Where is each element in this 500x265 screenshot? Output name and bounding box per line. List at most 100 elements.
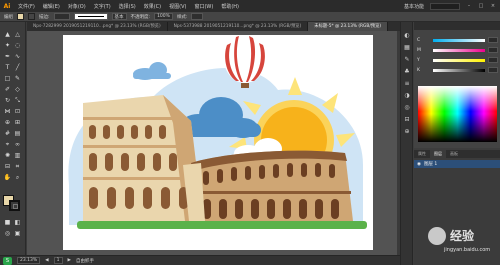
menu-type[interactable]: 文字(T) bbox=[90, 3, 115, 10]
status-bar: S 23.13% ◀ 1 ▶ 自由抓手 bbox=[0, 255, 400, 265]
tab-properties[interactable]: 属性 bbox=[414, 151, 430, 157]
artboard[interactable] bbox=[63, 35, 373, 250]
stroke-profile-preview[interactable] bbox=[73, 13, 108, 20]
width-tool-icon[interactable]: ⋈ bbox=[3, 107, 12, 116]
lasso-tool-icon[interactable]: ◌ bbox=[13, 41, 22, 50]
tab-document-2[interactable]: Nps-5373988 2019051219110...png* @ 23.13… bbox=[168, 22, 309, 31]
slider-y-track[interactable] bbox=[433, 58, 485, 62]
slider-c-track[interactable] bbox=[433, 38, 485, 42]
eye-icon[interactable]: ◉ bbox=[417, 162, 421, 167]
search-input[interactable] bbox=[430, 2, 460, 10]
artboard-number[interactable]: 1 bbox=[53, 257, 63, 264]
menu-select[interactable]: 选择(S) bbox=[115, 3, 140, 10]
slider-c-value[interactable] bbox=[488, 37, 498, 43]
rectangle-tool-icon[interactable]: □ bbox=[3, 74, 12, 83]
free-transform-icon[interactable]: ⊡ bbox=[13, 107, 22, 116]
control-bar: 编组 描边: 基本 不透明度: 100% 样式: bbox=[0, 12, 500, 22]
pathfinder-panel-icon[interactable]: ⊕ bbox=[403, 128, 411, 136]
menu-object[interactable]: 对象(O) bbox=[64, 3, 90, 10]
minimize-icon[interactable]: – bbox=[466, 3, 472, 9]
layer-row[interactable]: ◉ 图层 1 bbox=[414, 160, 500, 168]
tab-artboards[interactable]: 画板 bbox=[446, 151, 462, 157]
scale-tool-icon[interactable]: ⤡ bbox=[13, 96, 22, 105]
slider-k-track[interactable] bbox=[433, 68, 485, 72]
menu-edit[interactable]: 编辑(E) bbox=[39, 3, 64, 10]
color-panel-header[interactable] bbox=[414, 22, 500, 30]
slider-k-value[interactable] bbox=[488, 67, 498, 73]
slider-m-value[interactable] bbox=[488, 47, 498, 53]
graph-tool-icon[interactable]: ▥ bbox=[13, 151, 22, 160]
stroke-color-box[interactable] bbox=[9, 200, 20, 211]
draw-mode-icon[interactable]: ◎ bbox=[3, 229, 12, 238]
slider-m[interactable]: M bbox=[417, 46, 499, 54]
direct-selection-tool-icon[interactable]: △ bbox=[13, 30, 22, 39]
layer-name: 图层 1 bbox=[423, 162, 438, 167]
workspace-switcher[interactable]: 基本功能 bbox=[404, 3, 424, 10]
opacity-label: 不透明度: bbox=[130, 14, 151, 20]
zoom-level-input[interactable]: 23.13% bbox=[17, 257, 41, 264]
gradient-tool-icon[interactable]: ▤ bbox=[13, 129, 22, 138]
close-icon[interactable]: × bbox=[490, 3, 496, 9]
brushes-panel-icon[interactable]: ✎ bbox=[403, 56, 411, 64]
tools-panel: ▲ △ ✦ ◌ ✒ ∿ T ╱ □ ✎ ✐ ◇ ↻ ⤡ ⋈ ⊡ ⊕ ⊞ # ▤ … bbox=[0, 22, 26, 255]
artboard-tool-icon[interactable]: ⊟ bbox=[3, 162, 12, 171]
shaper-tool-icon[interactable]: ✐ bbox=[3, 85, 12, 94]
tab-document-1[interactable]: Nps-7282999 2019051219110...png* @ 23.13… bbox=[27, 22, 168, 31]
mesh-tool-icon[interactable]: # bbox=[3, 129, 12, 138]
canvas-pasteboard[interactable] bbox=[27, 31, 397, 255]
color-spectrum[interactable] bbox=[418, 86, 497, 142]
magic-wand-icon[interactable]: ✦ bbox=[3, 41, 12, 50]
tab-document-active[interactable]: 未标题-5* @ 23.13% (RGB/预览) bbox=[308, 22, 389, 31]
stroke-weight-dropdown[interactable] bbox=[53, 13, 70, 20]
opacity-input[interactable]: 100% bbox=[154, 13, 173, 20]
selection-tool-icon[interactable]: ▲ bbox=[3, 30, 12, 39]
graphic-style-dropdown[interactable] bbox=[191, 13, 204, 20]
stroke-swatch[interactable] bbox=[28, 13, 35, 20]
paintbrush-tool-icon[interactable]: ✎ bbox=[13, 74, 22, 83]
eyedropper-tool-icon[interactable]: ⌖ bbox=[3, 140, 12, 149]
line-tool-icon[interactable]: ╱ bbox=[13, 63, 22, 72]
appearance-panel-icon[interactable]: ◎ bbox=[403, 104, 411, 112]
symbol-sprayer-icon[interactable]: ✺ bbox=[3, 151, 12, 160]
menu-window[interactable]: 窗口(W) bbox=[190, 3, 217, 10]
menu-file[interactable]: 文件(F) bbox=[14, 3, 39, 10]
hand-tool-icon[interactable]: ✋ bbox=[3, 173, 12, 182]
slider-k[interactable]: K bbox=[417, 66, 499, 74]
align-panel-icon[interactable]: ⊟ bbox=[403, 116, 411, 124]
slider-y[interactable]: Y bbox=[417, 56, 499, 64]
slice-tool-icon[interactable]: ⌗ bbox=[13, 162, 22, 171]
artboard-prev-icon[interactable]: ◀ bbox=[45, 258, 48, 263]
slider-y-label: Y bbox=[417, 57, 420, 63]
blend-tool-icon[interactable]: ∞ bbox=[13, 140, 22, 149]
transparency-panel-icon[interactable]: ◑ bbox=[403, 92, 411, 100]
perspective-grid-icon[interactable]: ⊞ bbox=[13, 118, 22, 127]
stroke-panel-icon[interactable]: ≡ bbox=[403, 80, 411, 88]
tab-layers[interactable]: 图层 bbox=[430, 150, 446, 158]
color-panel: C M Y K bbox=[414, 22, 500, 148]
swatches-panel-icon[interactable]: ▦ bbox=[403, 44, 411, 52]
zoom-tool-icon[interactable]: ⌕ bbox=[13, 173, 22, 182]
menu-help[interactable]: 帮助(H) bbox=[217, 3, 243, 10]
maximize-icon[interactable]: □ bbox=[478, 3, 484, 9]
gradient-mode-icon[interactable]: ◧ bbox=[13, 218, 22, 227]
baidu-jingyan-watermark: 经验 jingyan.baidu.com bbox=[428, 225, 498, 259]
eraser-tool-icon[interactable]: ◇ bbox=[13, 85, 22, 94]
rotate-tool-icon[interactable]: ↻ bbox=[3, 96, 12, 105]
curvature-tool-icon[interactable]: ∿ bbox=[13, 52, 22, 61]
colosseum-illustration[interactable] bbox=[63, 35, 373, 250]
menu-view[interactable]: 视图(V) bbox=[165, 3, 190, 10]
pen-tool-icon[interactable]: ✒ bbox=[3, 52, 12, 61]
stroke-style-dropdown[interactable]: 基本 bbox=[111, 13, 127, 20]
slider-y-value[interactable] bbox=[488, 57, 498, 63]
fill-swatch[interactable] bbox=[17, 13, 24, 20]
menu-effect[interactable]: 效果(C) bbox=[140, 3, 165, 10]
artboard-next-icon[interactable]: ▶ bbox=[68, 258, 71, 263]
type-tool-icon[interactable]: T bbox=[3, 63, 12, 72]
screen-mode-icon[interactable]: ▣ bbox=[13, 229, 22, 238]
color-mode-icon[interactable]: ■ bbox=[3, 218, 12, 227]
symbols-panel-icon[interactable]: ♣ bbox=[403, 68, 411, 76]
color-panel-icon[interactable]: ◐ bbox=[403, 32, 411, 40]
shape-builder-icon[interactable]: ⊕ bbox=[3, 118, 12, 127]
slider-c[interactable]: C bbox=[417, 36, 499, 44]
slider-m-track[interactable] bbox=[433, 48, 485, 52]
